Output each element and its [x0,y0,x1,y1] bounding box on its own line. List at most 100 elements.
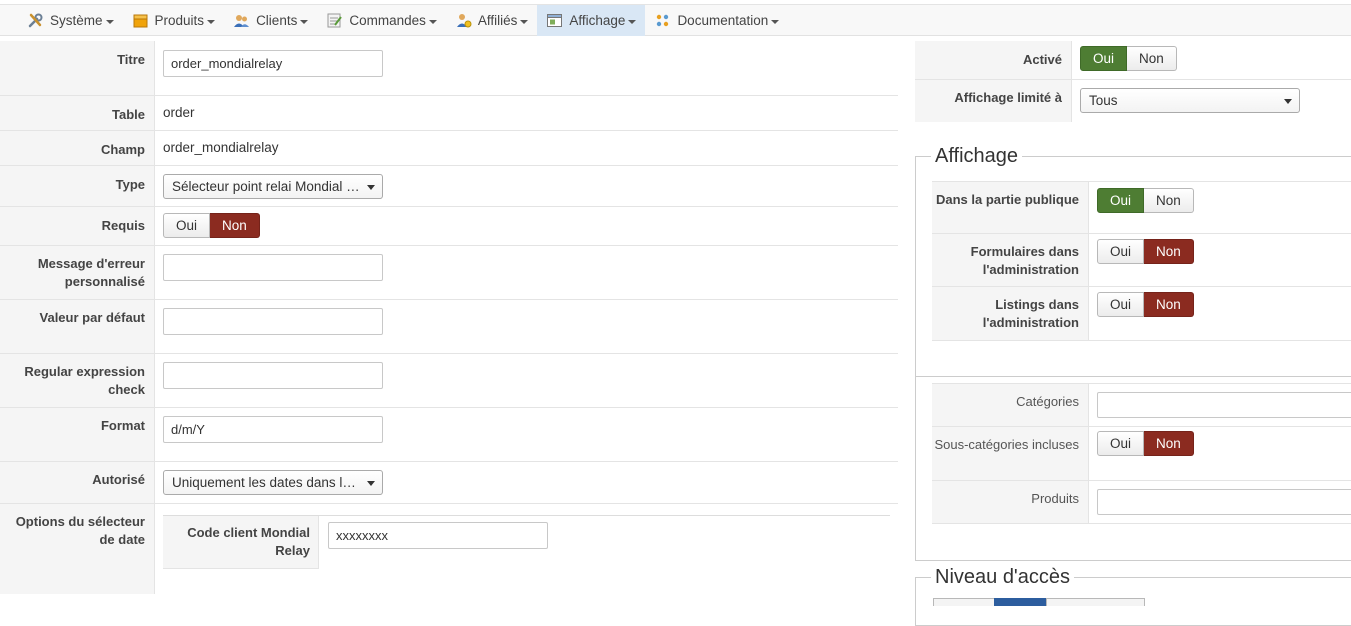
active-yes-button[interactable]: Oui [1080,46,1128,71]
niveau-option-1[interactable] [933,598,995,606]
options-subtable: Code client Mondial Relay xxxxxxxx [163,515,890,569]
help-icon [654,12,671,29]
row-autorise: Autorisé Uniquement les dates dans l… [0,462,898,504]
sous-categories-toggle: Oui Non [1097,431,1194,456]
row-table: Table order [0,96,898,131]
menu-label: Affiliés [477,13,518,28]
row-defaut: Valeur par défaut [0,300,898,354]
type-select[interactable]: Sélecteur point relai Mondial … [163,174,383,199]
code-client-label: Code client Mondial Relay [163,516,319,569]
menu-label: Produits [154,13,205,28]
chevron-down-icon [207,19,216,24]
formulaires-yes-button[interactable]: Oui [1097,239,1145,264]
limite-select[interactable]: Tous [1080,88,1300,113]
niveau-fieldset: Niveau d'accès [915,566,1351,626]
code-client-input[interactable]: xxxxxxxx [328,522,548,549]
regex-label: Regular expression check [0,354,155,407]
menu-documentation[interactable]: Documentation [645,5,788,36]
listings-toggle: Oui Non [1097,292,1194,317]
row-format: Format d/m/Y [0,408,898,462]
chevron-down-icon [105,19,114,24]
main-menu: Système Produits Clients Commandes Affil… [18,5,788,36]
produits-label: Produits [932,481,1089,523]
options-label: Options du sélecteur de date [0,504,155,594]
niveau-option-3[interactable] [1046,598,1145,606]
menu-commandes[interactable]: Commandes [317,5,446,36]
autorise-select-value: Uniquement les dates dans l… [172,475,356,490]
produits-input[interactable] [1097,489,1351,515]
row-champ: Champ order_mondialrelay [0,131,898,166]
row-options: Options du sélecteur de date Code client… [0,504,898,594]
titre-input[interactable]: order_mondialrelay [163,50,383,77]
active-toggle: Oui Non [1080,46,1177,71]
autorise-select[interactable]: Uniquement les dates dans l… [163,470,383,495]
users-icon [233,12,250,29]
regex-input[interactable] [163,362,383,389]
display-icon [546,12,563,29]
menu-clients[interactable]: Clients [224,5,317,36]
defaut-input[interactable] [163,308,383,335]
row-type: Type Sélecteur point relai Mondial … [0,166,898,207]
publique-yes-button[interactable]: Oui [1097,188,1145,213]
requis-toggle: Oui Non [163,213,260,238]
message-input[interactable] [163,254,383,281]
caret-down-icon [367,185,375,190]
limite-label: Affichage limité à [915,80,1072,122]
listings-no-button[interactable]: Non [1144,292,1194,317]
table-label: Table [0,96,155,130]
format-label: Format [0,408,155,461]
chevron-down-icon [771,19,780,24]
row-publique: Dans la partie publique Oui Non [932,181,1351,234]
row-produits: Produits [932,481,1351,524]
active-label: Activé [915,41,1072,79]
defaut-label: Valeur par défaut [0,300,155,353]
sous-categories-label: Sous-catégories incluses [932,427,1089,480]
sous-categories-no-button[interactable]: Non [1144,431,1194,456]
type-label: Type [0,166,155,206]
requis-yes-button[interactable]: Oui [163,213,211,238]
menu-affilies[interactable]: Affiliés [446,5,538,36]
affiliates-icon [455,12,472,29]
chevron-down-icon [520,19,529,24]
menu-label: Documentation [677,13,769,28]
listings-yes-button[interactable]: Oui [1097,292,1145,317]
autorise-label: Autorisé [0,462,155,503]
sous-categories-yes-button[interactable]: Oui [1097,431,1145,456]
listings-label: Listings dans l'administration [932,287,1089,340]
caret-down-icon [367,481,375,486]
categories-input[interactable] [1097,392,1351,418]
champ-label: Champ [0,131,155,165]
requis-no-button[interactable]: Non [210,213,260,238]
affichage-legend: Affichage [935,145,1019,167]
order-icon [326,12,343,29]
niveau-option-2[interactable] [994,598,1047,606]
tools-icon [27,12,44,29]
table-value: order [163,105,195,120]
format-input[interactable]: d/m/Y [163,416,383,443]
requis-label: Requis [0,207,155,245]
row-categories: Catégories [932,383,1351,427]
niveau-toggle-partial[interactable] [933,598,1145,606]
top-menu-bar: Système Produits Clients Commandes Affil… [0,4,1351,36]
publique-no-button[interactable]: Non [1144,188,1194,213]
active-no-button[interactable]: Non [1127,46,1177,71]
menu-systeme[interactable]: Système [18,5,123,36]
box-icon [132,12,149,29]
limite-select-value: Tous [1089,93,1118,108]
type-select-value: Sélecteur point relai Mondial … [172,179,360,194]
menu-affichage[interactable]: Affichage [537,5,646,36]
row-titre: Titre order_mondialrelay [0,41,898,96]
chevron-down-icon [628,19,637,24]
row-listings: Listings dans l'administration Oui Non [932,287,1351,341]
titre-label: Titre [0,41,155,95]
menu-label: Clients [256,13,298,28]
row-message: Message d'erreur personnalisé [0,246,898,300]
row-sous-categories: Sous-catégories incluses Oui Non [932,427,1351,481]
row-requis: Requis Oui Non [0,207,898,246]
message-label: Message d'erreur personnalisé [0,246,155,299]
menu-produits[interactable]: Produits [123,5,225,36]
row-formulaires: Formulaires dans l'administration Oui No… [932,234,1351,287]
formulaires-no-button[interactable]: Non [1144,239,1194,264]
menu-label: Affichage [569,13,626,28]
champ-value: order_mondialrelay [163,140,279,155]
